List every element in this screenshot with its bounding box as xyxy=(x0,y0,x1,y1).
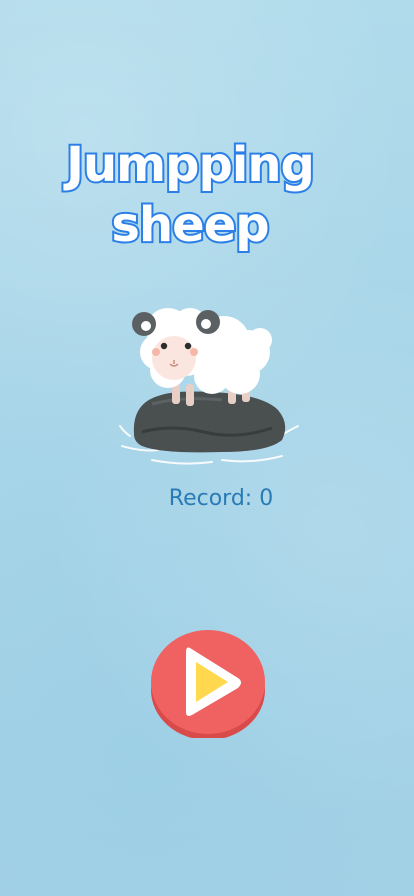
game-title-line-1: Jumpping xyxy=(64,135,317,195)
play-button[interactable] xyxy=(148,618,268,738)
sheep-on-rock-illustration xyxy=(112,300,308,472)
rock-icon xyxy=(133,391,286,453)
game-title: Jumpping sheep xyxy=(0,135,380,255)
game-title-line-2: sheep xyxy=(109,195,271,255)
sheep-icon xyxy=(132,308,272,406)
record-label: Record: 0 xyxy=(168,486,274,511)
